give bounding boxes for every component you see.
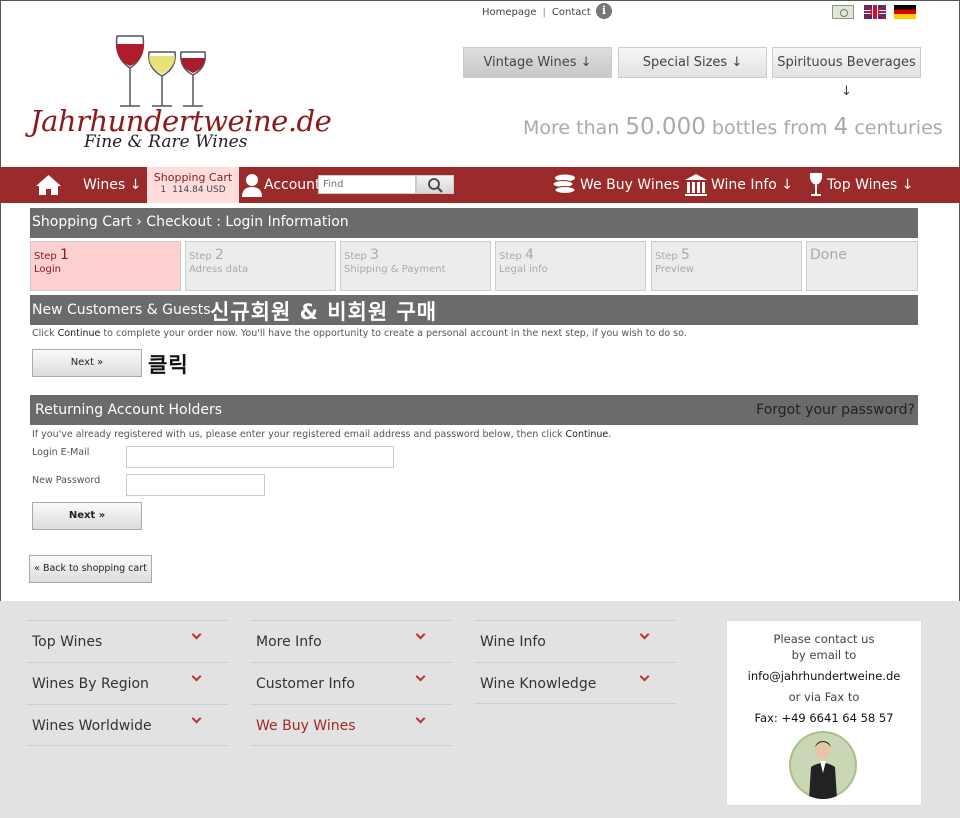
guest-next-button[interactable]: Next »: [32, 349, 142, 377]
step-5-preview[interactable]: Step 5 Preview: [651, 241, 802, 291]
search-icon: [428, 178, 443, 193]
footer-wine-info[interactable]: Wine Info: [474, 620, 676, 662]
cart-summary: 1 114.84 USD: [160, 185, 226, 195]
returning-panel: If you've already registered with us, pl…: [30, 425, 918, 532]
shopping-cart[interactable]: Shopping Cart 1 114.84 USD: [147, 167, 239, 203]
tagline: More than 50.000 bottles from 4 centurie…: [523, 114, 943, 140]
nav-wines[interactable]: Wines ↓: [83, 167, 141, 203]
step-done[interactable]: Done: [806, 241, 918, 291]
email-field[interactable]: [126, 446, 394, 468]
footer-top-wines[interactable]: Top Wines: [26, 620, 228, 662]
chevron-down-icon: [415, 629, 426, 640]
chevron-down-icon: [639, 629, 650, 640]
top-links: Homepage | Contact: [482, 7, 591, 18]
step-4-legal[interactable]: Step 4 Legal info: [495, 241, 646, 291]
german-flag-icon[interactable]: [894, 5, 916, 19]
chevron-down-icon: [639, 671, 650, 682]
search-input[interactable]: [318, 175, 416, 194]
footer-more-info[interactable]: More Info: [250, 620, 452, 662]
logo-subtitle: Fine & Rare Wines: [84, 132, 248, 152]
new-customers-title: New Customers & Guests: [32, 302, 211, 318]
support-person-icon: [791, 733, 855, 799]
footer: Top Wines Wines By Region Wines Worldwid…: [0, 601, 960, 818]
email-label: Login E-Mail: [32, 447, 90, 458]
cart-label: Shopping Cart: [153, 171, 233, 184]
nav-account[interactable]: Account: [264, 167, 321, 203]
forgot-password-link[interactable]: Forgot your password?: [756, 402, 915, 418]
nav-top-wines[interactable]: Top Wines ↓: [827, 167, 913, 203]
chevron-down-icon: [191, 629, 202, 640]
returning-title: Returning Account Holders: [35, 402, 223, 418]
main-nav: Wines ↓ Shopping Cart 1 114.84 USD Accoun…: [0, 167, 960, 203]
password-field[interactable]: [126, 474, 265, 496]
contact-line3: or via Fax to: [788, 690, 860, 704]
new-customers-header: New Customers & Guests 신규회원 & 비회원 구매: [30, 295, 918, 325]
new-customers-text: Click Continue to complete your order no…: [32, 328, 687, 339]
footer-wine-knowledge[interactable]: Wine Knowledge: [474, 662, 676, 704]
korean-annotation: 신규회원 & 비회원 구매: [210, 300, 438, 324]
coins-icon[interactable]: [553, 173, 577, 197]
vintage-wines-button[interactable]: Vintage Wines ↓: [463, 47, 612, 78]
chevron-down-icon: [415, 713, 426, 724]
uk-flag-icon[interactable]: [864, 5, 886, 19]
wine-glass-icon[interactable]: [807, 172, 825, 198]
chevron-down-icon: [415, 671, 426, 682]
korean-click-annotation: 클릭: [148, 353, 189, 377]
chevron-down-icon: [191, 713, 202, 724]
footer-wines-by-region[interactable]: Wines By Region: [26, 662, 228, 704]
spirituous-beverages-button[interactable]: Spirituous Beverages ↓: [772, 47, 921, 99]
currency-icon[interactable]: [832, 5, 854, 19]
returning-text: If you've already registered with us, pl…: [32, 429, 612, 440]
top-links-separator: |: [542, 7, 546, 18]
password-label: New Password: [32, 475, 101, 486]
info-icon[interactable]: i: [596, 3, 612, 19]
home-icon[interactable]: [35, 174, 62, 196]
back-to-cart-button[interactable]: « Back to shopping cart: [29, 555, 152, 583]
footer-customer-info[interactable]: Customer Info: [250, 662, 452, 704]
login-next-button[interactable]: Next »: [32, 502, 142, 530]
special-sizes-button[interactable]: Special Sizes ↓: [618, 47, 767, 78]
homepage-link[interactable]: Homepage: [482, 7, 537, 18]
nav-wine-info[interactable]: Wine Info ↓: [711, 167, 793, 203]
contact-link[interactable]: Contact: [552, 7, 591, 18]
step-2-address[interactable]: Step 2 Adress data: [185, 241, 336, 291]
contact-line1: Please contact us: [773, 632, 875, 646]
returning-header: Returning Account Holders Forgot your pa…: [30, 395, 918, 425]
site-logo[interactable]: Jahrhundertweine.de Fine & Rare Wines: [30, 28, 332, 152]
avatar: [789, 731, 857, 799]
new-customers-panel: Click Continue to complete your order no…: [30, 325, 918, 391]
checkout-title: Shopping Cart › Checkout : Login Informa…: [32, 214, 349, 230]
checkout-steps: Step 1 Login Step 2 Adress data Step 3 S…: [30, 241, 918, 291]
nav-we-buy-wines[interactable]: We Buy Wines: [580, 167, 680, 203]
contact-line2: by email to: [791, 648, 857, 662]
step-3-shipping[interactable]: Step 3 Shipping & Payment: [340, 241, 491, 291]
footer-wines-worldwide[interactable]: Wines Worldwide: [26, 704, 228, 746]
checkout-header: Shopping Cart › Checkout : Login Informa…: [30, 208, 918, 238]
wine-glasses-icon: [115, 35, 206, 107]
user-icon[interactable]: [241, 173, 263, 197]
footer-we-buy-wines[interactable]: We Buy Wines: [250, 704, 452, 746]
step-1-login[interactable]: Step 1 Login: [30, 241, 181, 291]
contact-fax: Fax: +49 6641 64 58 57: [754, 711, 894, 725]
contact-email[interactable]: info@jahrhundertweine.de: [727, 669, 921, 683]
chevron-down-icon: [191, 671, 202, 682]
building-icon[interactable]: [684, 173, 708, 197]
search-button[interactable]: [416, 175, 454, 194]
contact-box: Please contact us by email to info@jahrh…: [726, 620, 922, 806]
